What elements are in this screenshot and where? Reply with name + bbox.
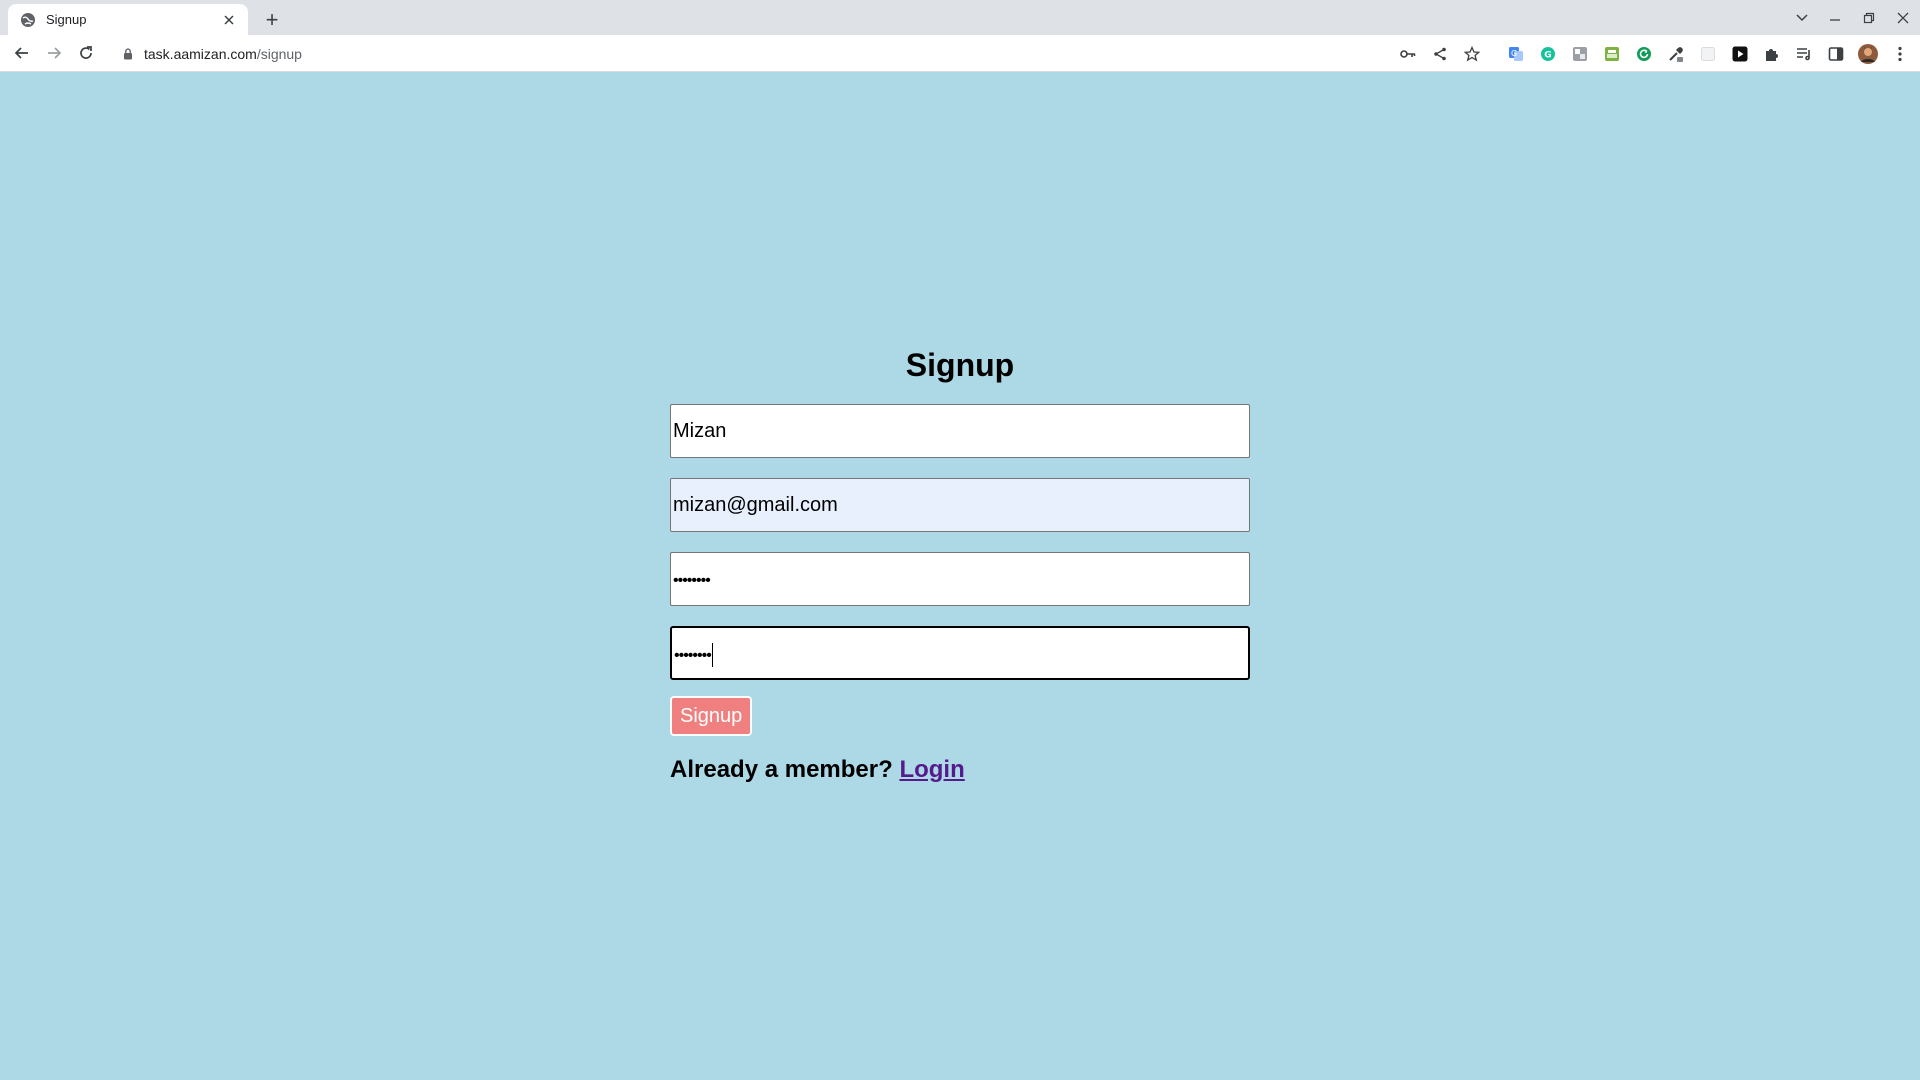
window-controls (1786, 0, 1920, 35)
image-extension-icon[interactable] (1564, 39, 1596, 68)
tab-title: Signup (46, 12, 87, 27)
share-icon[interactable] (1424, 39, 1456, 68)
page-title: Signup (905, 347, 1015, 383)
password-field[interactable]: •••••••• (670, 552, 1250, 606)
omnibox-actions (1392, 39, 1488, 68)
svg-text:G: G (1511, 49, 1517, 58)
profile-avatar-icon[interactable] (1852, 39, 1884, 68)
login-prompt-text: Already a member? (670, 756, 893, 783)
page-viewport: Signup Mizan mizan@gmail.com •••••••• ••… (0, 72, 1920, 1080)
key-icon[interactable] (1392, 39, 1424, 68)
translate-icon[interactable]: G (1500, 39, 1532, 68)
play-icon[interactable] (1724, 39, 1756, 68)
globe-icon (20, 12, 36, 28)
tab-search-icon[interactable] (1786, 2, 1818, 34)
blank-extension-icon[interactable] (1692, 39, 1724, 68)
login-prompt: Already a member? Login (670, 756, 1250, 784)
bookmark-star-icon[interactable] (1456, 39, 1488, 68)
password-value: •••••••• (673, 572, 711, 589)
login-link[interactable]: Login (899, 756, 964, 783)
back-icon[interactable] (8, 39, 36, 67)
grammarly-icon[interactable]: G (1532, 39, 1564, 68)
reading-list-icon[interactable] (1788, 39, 1820, 68)
restore-icon[interactable] (1852, 2, 1886, 34)
reload-icon[interactable] (72, 39, 100, 67)
print-extension-icon[interactable] (1596, 39, 1628, 68)
forward-icon[interactable] (40, 39, 68, 67)
confirm-password-value: •••••••• (674, 647, 712, 664)
url-text: task.aamizan.com/signup (144, 46, 302, 62)
side-panel-icon[interactable] (1820, 39, 1852, 68)
email-field[interactable]: mizan@gmail.com (670, 478, 1250, 532)
extensions-area: G G (1500, 39, 1916, 68)
extensions-puzzle-icon[interactable] (1756, 39, 1788, 68)
svg-text:G: G (1544, 50, 1551, 60)
eyedropper-icon[interactable] (1660, 39, 1692, 68)
text-caret (711, 642, 713, 667)
close-window-icon[interactable] (1886, 2, 1920, 34)
menu-kebab-icon[interactable] (1884, 39, 1916, 68)
refresh-extension-icon[interactable] (1628, 39, 1660, 68)
url-host: task.aamizan.com (144, 45, 257, 62)
new-tab-button[interactable]: + (258, 6, 286, 34)
signup-button[interactable]: Signup (670, 696, 753, 736)
active-tab[interactable]: Signup (8, 4, 248, 35)
signup-form: Signup Mizan mizan@gmail.com •••••••• ••… (670, 342, 1250, 784)
tab-strip: Signup + (0, 0, 1920, 35)
browser-toolbar: task.aamizan.com/signup G G (0, 35, 1920, 72)
name-field[interactable]: Mizan (670, 404, 1250, 458)
lock-icon[interactable] (122, 47, 134, 61)
minimize-icon[interactable] (1818, 2, 1852, 34)
url-path: /signup (256, 45, 302, 62)
confirm-password-field[interactable]: •••••••• (670, 626, 1250, 680)
address-bar[interactable]: task.aamizan.com/signup (108, 39, 1498, 68)
close-tab-icon[interactable] (220, 11, 238, 29)
